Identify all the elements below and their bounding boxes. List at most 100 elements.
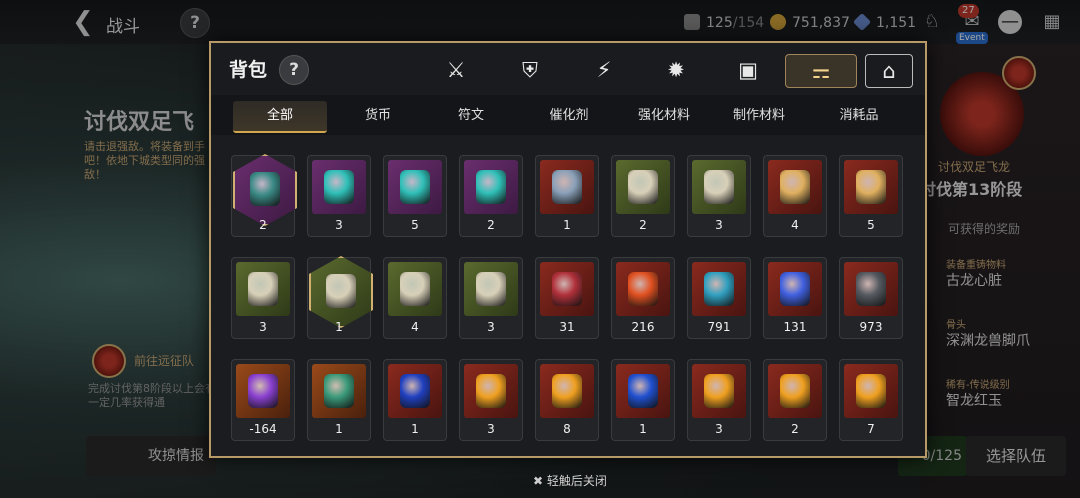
inventory-slot[interactable]: 1: [383, 359, 447, 441]
item-frame: [616, 364, 670, 418]
item-frame: [844, 364, 898, 418]
tab-crafting-materials[interactable]: 制作材料: [701, 101, 817, 131]
item-icon: [400, 272, 430, 306]
item-icon: [250, 172, 280, 206]
tab-bar: 全部 货币 符文 催化剂 强化材料 制作材料 消耗品: [211, 95, 925, 135]
item-frame: [768, 364, 822, 418]
modal-header: 背包 ? ⚔ ⛨ ⚡ ✹ ▣ ⚎ ⌂: [211, 43, 925, 95]
inventory-slot[interactable]: 5: [839, 155, 903, 237]
item-icon: [704, 170, 734, 204]
inventory-slot[interactable]: 1: [307, 359, 371, 441]
inventory-slot[interactable]: 3: [231, 257, 295, 339]
item-frame: [692, 364, 746, 418]
inventory-slot[interactable]: 2: [231, 154, 297, 237]
dice-box-icon[interactable]: ▣: [731, 54, 765, 86]
item-count: 3: [487, 422, 495, 436]
item-frame: [540, 364, 594, 418]
item-frame: [464, 364, 518, 418]
item-frame: [540, 262, 594, 316]
item-count: 7: [867, 422, 875, 436]
house-icon[interactable]: ⌂: [865, 54, 913, 88]
inventory-slot[interactable]: 4: [383, 257, 447, 339]
tab-runes[interactable]: 符文: [423, 101, 519, 131]
tab-consumables[interactable]: 消耗品: [805, 101, 913, 131]
item-count: 3: [259, 320, 267, 334]
inventory-help-icon[interactable]: ?: [279, 55, 309, 85]
burst-icon[interactable]: ✹: [659, 54, 693, 86]
item-icon: [326, 274, 356, 308]
inventory-slot[interactable]: 131: [763, 257, 827, 339]
item-frame: [312, 364, 366, 418]
item-icon: [552, 374, 582, 408]
inventory-slot[interactable]: 3: [687, 359, 751, 441]
item-count: 1: [411, 422, 419, 436]
inventory-slot[interactable]: 3: [459, 359, 523, 441]
inventory-slot[interactable]: 5: [383, 155, 447, 237]
inventory-slot[interactable]: 1: [535, 155, 599, 237]
item-icon: [400, 170, 430, 204]
item-count: 31: [559, 320, 575, 334]
lightning-icon[interactable]: ⚡: [587, 54, 621, 86]
inventory-slot[interactable]: 2: [611, 155, 675, 237]
inventory-slot[interactable]: 8: [535, 359, 599, 441]
item-count: 1: [563, 218, 571, 232]
inventory-slot[interactable]: 2: [763, 359, 827, 441]
inventory-modal: 背包 ? ⚔ ⛨ ⚡ ✹ ▣ ⚎ ⌂ 全部 货币 符文 催化剂 强化材料 制作材…: [209, 41, 927, 458]
item-count: 131: [783, 320, 807, 334]
item-icon: [248, 374, 278, 408]
item-count: 5: [867, 218, 875, 232]
broken-shield-icon[interactable]: ⛨: [513, 54, 547, 86]
tab-currency[interactable]: 货币: [331, 101, 425, 131]
inventory-slot[interactable]: 3: [459, 257, 523, 339]
item-frame: [312, 160, 366, 214]
inventory-slot[interactable]: 3: [307, 155, 371, 237]
item-icon: [552, 272, 582, 306]
item-frame: [844, 262, 898, 316]
inventory-slot[interactable]: 973: [839, 257, 903, 339]
inventory-slot[interactable]: 1: [611, 359, 675, 441]
close-hint-text: 轻触后关闭: [546, 474, 607, 488]
item-frame: [233, 154, 297, 226]
inventory-slot[interactable]: 7: [839, 359, 903, 441]
tab-all[interactable]: 全部: [233, 101, 327, 133]
item-frame: [844, 160, 898, 214]
item-icon: [704, 272, 734, 306]
item-icon: [552, 170, 582, 204]
tab-catalyst[interactable]: 催化剂: [521, 101, 617, 131]
item-count: 3: [487, 320, 495, 334]
item-frame: [616, 160, 670, 214]
item-icon: [780, 170, 810, 204]
sword-shield-icon[interactable]: ⚔: [439, 54, 473, 86]
item-count: 3: [715, 422, 723, 436]
item-frame: [768, 160, 822, 214]
item-frame: [768, 262, 822, 316]
inventory-slot[interactable]: 4: [763, 155, 827, 237]
item-count: 5: [411, 218, 419, 232]
item-count: 4: [791, 218, 799, 232]
item-icon: [856, 170, 886, 204]
inventory-slot[interactable]: 1: [307, 256, 373, 339]
item-frame: [692, 160, 746, 214]
inventory-slot[interactable]: 2: [459, 155, 523, 237]
inventory-slot[interactable]: 791: [687, 257, 751, 339]
item-frame: [464, 262, 518, 316]
item-count: 216: [631, 320, 655, 334]
inventory-slot[interactable]: 31: [535, 257, 599, 339]
item-count: 2: [791, 422, 799, 436]
inventory-slot[interactable]: -164: [231, 359, 295, 441]
inventory-slot[interactable]: 3: [687, 155, 751, 237]
item-icon: [248, 272, 278, 306]
item-icon: [628, 170, 658, 204]
item-icon: [476, 272, 506, 306]
bag-icon[interactable]: ⚎: [785, 54, 857, 88]
item-icon: [476, 170, 506, 204]
item-count: 791: [707, 320, 731, 334]
inventory-slot[interactable]: 216: [611, 257, 675, 339]
item-count: 1: [335, 320, 343, 334]
item-count: 8: [563, 422, 571, 436]
item-count: 3: [335, 218, 343, 232]
close-hint[interactable]: ✖ 轻触后关闭: [533, 472, 607, 489]
item-frame: [692, 262, 746, 316]
item-count: 973: [859, 320, 883, 334]
item-frame: [388, 262, 442, 316]
